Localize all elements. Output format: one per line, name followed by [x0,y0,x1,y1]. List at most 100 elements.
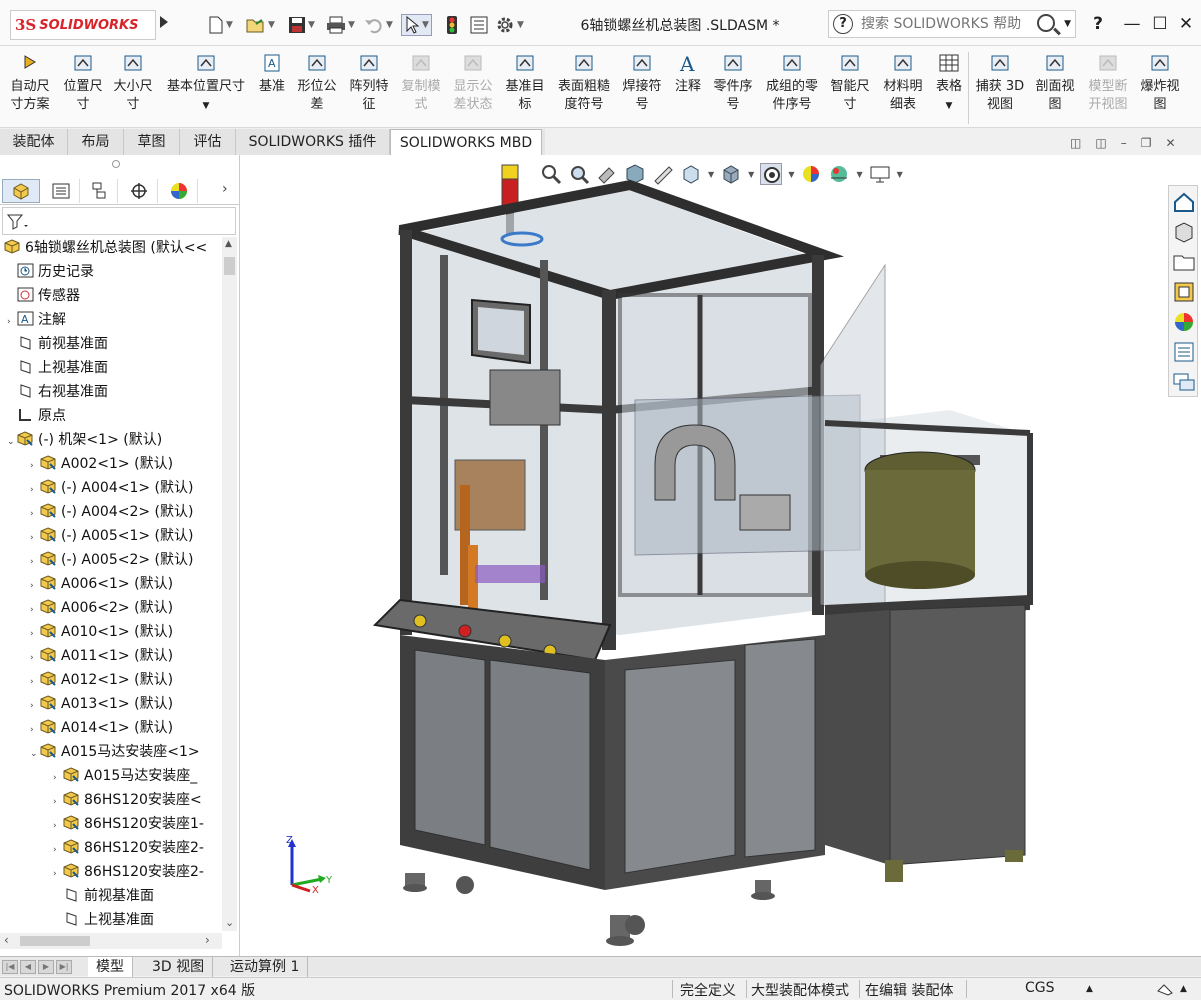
doc-close-icon[interactable]: ✕ [1165,136,1175,152]
scroll-left-icon[interactable]: ‹ [4,933,9,947]
tab-3d-views[interactable]: 3D 视图 [144,957,214,977]
ribbon-button-bom[interactable]: 材料明 细表 [876,52,930,114]
nav-next-icon[interactable]: ▶ [38,960,54,974]
tab-addins[interactable]: SOLIDWORKS 插件 [236,129,390,155]
doc-minimize-icon[interactable]: – [1121,136,1127,152]
configuration-manager-tab[interactable] [80,179,118,203]
chevron-down-icon[interactable]: ▼ [946,101,953,111]
feature-manager-tab[interactable] [2,179,40,203]
tree-node[interactable]: › (-) A004<1> (默认) [30,477,193,499]
tree-node[interactable]: › A013<1> (默认) [30,693,173,715]
tree-root[interactable]: 6轴锁螺丝机总装图 (默认<< [4,237,207,259]
ribbon-button-balloon[interactable]: 零件序号 [708,52,758,114]
tree-node[interactable]: › A010<1> (默认) [30,621,173,643]
ribbon-button-capture-3d-view[interactable]: 捕获 3D 视图 [972,52,1028,114]
expand-toggle-icon[interactable]: › [30,623,40,645]
tab-sketch[interactable]: 草图 [124,129,180,155]
tree-node[interactable]: › 86HS120安装座1- [53,813,204,835]
ribbon-button-basic-location-dimension[interactable]: 基本位置尺寸 ▼ [160,52,252,115]
chevron-right-icon[interactable]: › [222,181,228,197]
search-icon[interactable] [1037,14,1055,32]
tree-node[interactable]: 前视基准面 [53,885,154,907]
graphics-area[interactable]: ▼ ▼ ▼ ▼ ▼ Z Y X [240,155,1201,956]
expand-toggle-icon[interactable]: › [7,311,17,333]
tree-horizontal-scrollbar[interactable]: ‹ › [0,933,222,949]
scroll-thumb[interactable] [224,257,235,275]
tile-left-icon[interactable]: ◫ [1070,136,1081,152]
expand-toggle-icon[interactable]: › [30,647,40,669]
tree-vertical-scrollbar[interactable]: ▲ ⌄ [222,237,237,931]
expand-toggle-icon[interactable]: › [30,599,40,621]
scroll-up-icon[interactable]: ▲ [225,239,232,249]
nav-prev-icon[interactable]: ◀ [20,960,36,974]
search-input[interactable] [861,16,1031,32]
ribbon-button-table[interactable]: 表格 ▼ [930,52,968,115]
large-assembly-mode[interactable]: 大型装配体模式 [751,980,849,1000]
ribbon-button-weld-symbol[interactable]: 焊接符号 [617,52,667,114]
ribbon-button-size-dimension[interactable]: 大小尺寸 [108,52,158,114]
nav-last-icon[interactable]: ▶| [56,960,72,974]
units-dropdown-icon[interactable]: ▲ [1086,984,1093,994]
file-explorer-icon[interactable] [1172,250,1196,274]
tab-layout[interactable]: 布局 [68,129,124,155]
tile-right-icon[interactable]: ◫ [1095,136,1106,152]
panel-grip-icon[interactable] [112,160,120,168]
tree-node[interactable]: › A 注解 [7,309,66,331]
help-menu-button[interactable]: ? [1086,12,1110,36]
doc-restore-icon[interactable]: ❐ [1141,136,1152,152]
tree-node[interactable]: › A012<1> (默认) [30,669,173,691]
view-palette-icon[interactable] [1172,280,1196,304]
rebuild-status-icon[interactable] [1156,981,1174,997]
tab-evaluate[interactable]: 评估 [180,129,236,155]
expand-toggle-icon[interactable]: › [30,671,40,693]
ribbon-button-smart-dimension[interactable]: 智能尺寸 [826,52,874,114]
solidworks-logo[interactable]: 3S SOLIDWORKS [10,10,156,40]
tree-node[interactable]: › A006<1> (默认) [30,573,173,595]
tab-motion-study[interactable]: 运动算例 1 [222,957,309,977]
expand-toggle-icon[interactable]: › [30,575,40,597]
save-button[interactable]: ▼ [288,14,315,36]
tree-node[interactable]: › 86HS120安装座2- [53,837,204,859]
tree-node[interactable]: › A006<2> (默认) [30,597,173,619]
tab-mbd[interactable]: SOLIDWORKS MBD [390,129,542,155]
expand-toggle-icon[interactable]: › [30,479,40,501]
scroll-down-icon[interactable]: ⌄ [225,916,234,929]
ribbon-button-show-tolerance-status[interactable]: 显示公 差状态 [448,52,498,114]
tree-node[interactable]: 上视基准面 [7,357,108,379]
options-button[interactable]: ▼ [495,14,524,36]
expand-toggle-icon[interactable]: › [30,551,40,573]
ribbon-button-surface-finish[interactable]: 表面粗糙 度符号 [553,52,615,114]
expand-toggle-icon[interactable]: › [53,767,63,789]
expand-toggle-icon[interactable]: ⌄ [30,743,40,765]
close-button[interactable]: ✕ [1174,12,1198,36]
print-button[interactable]: ▼ [326,14,355,36]
tree-node[interactable]: › (-) A004<2> (默认) [30,501,193,523]
dimxpert-manager-tab[interactable] [120,179,158,203]
tree-node[interactable]: › A011<1> (默认) [30,645,173,667]
menu-expand-icon[interactable] [160,16,168,28]
display-manager-tab[interactable] [160,179,198,203]
tree-node[interactable]: 原点 [7,405,66,427]
ribbon-button-copy-scheme[interactable]: 复制模式 [396,52,446,114]
appearances-scenes-icon[interactable] [1172,310,1196,334]
property-manager-tab[interactable] [42,179,80,203]
tree-node[interactable]: › A015马达安装座_ [53,765,197,787]
minimize-button[interactable]: — [1120,12,1144,36]
tree-node[interactable]: › A014<1> (默认) [30,717,173,739]
open-button[interactable]: ▼ [246,14,275,36]
expand-toggle-icon[interactable]: › [30,503,40,525]
assembly-model-render[interactable] [240,155,1170,956]
tree-node[interactable]: › 86HS120安装座< [53,789,202,811]
design-library-icon[interactable] [1172,220,1196,244]
ribbon-button-datum[interactable]: A 基准 [254,52,290,96]
file-properties-button[interactable] [470,14,488,36]
ribbon-button-model-break-view[interactable]: 模型断 开视图 [1082,52,1134,114]
rebuild-button[interactable] [446,14,458,36]
tab-assembly[interactable]: 装配体 [0,129,68,155]
tree-node[interactable]: 传感器 [7,285,80,307]
ribbon-button-pattern-feature[interactable]: 阵列特征 [344,52,394,114]
tree-node[interactable]: 历史记录 [7,261,94,283]
tab-model[interactable]: 模型 [88,957,133,977]
undo-button[interactable]: ▼ [364,14,393,36]
expand-toggle-icon[interactable]: › [30,527,40,549]
